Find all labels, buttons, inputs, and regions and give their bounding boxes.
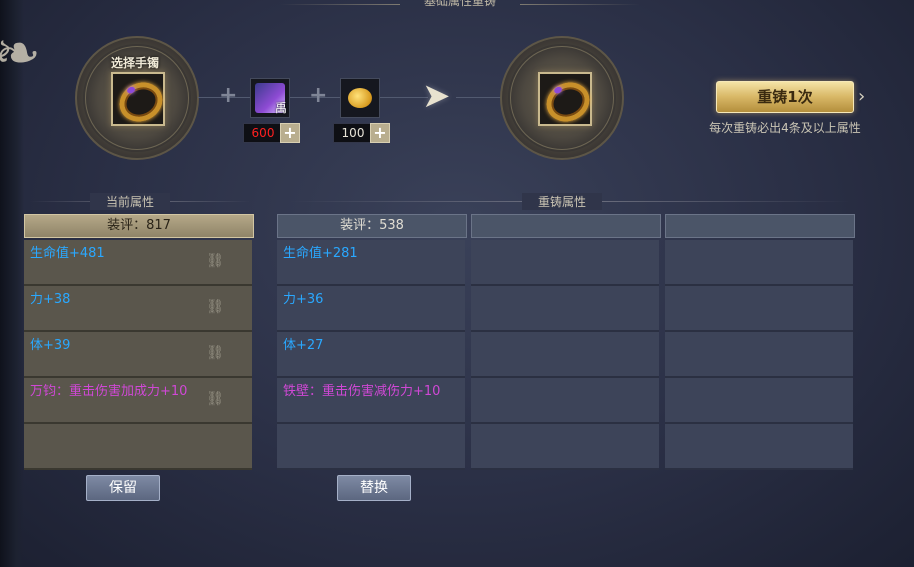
empty-attribute-cell xyxy=(471,424,659,470)
replace-button[interactable]: 替换 xyxy=(337,475,411,501)
attribute-text: 力+38 xyxy=(30,292,71,307)
empty-attribute-cell xyxy=(665,378,853,424)
reforge-button[interactable]: 重铸1次 xyxy=(716,81,854,113)
source-bracelet-slot[interactable] xyxy=(111,72,169,129)
reforged-attribute-row: 铁壁：重击伤害减伤力+10 xyxy=(277,378,465,424)
current-score: 装评：817 xyxy=(24,214,254,238)
reforge-hint: 每次重铸必出4条及以上属性 xyxy=(709,121,861,135)
attribute-text: 万钧：重击伤害加成力+10 xyxy=(30,384,188,399)
reforged-score-empty xyxy=(665,214,855,238)
decorative-calligraphy-icon: ❧ xyxy=(0,21,41,86)
empty-attribute-cell xyxy=(665,286,853,332)
current-attribute-row[interactable]: 万钧：重击伤害加成力+10 ⛓ xyxy=(24,378,252,424)
book-char: 禹 xyxy=(274,101,287,115)
coin-icon xyxy=(348,88,372,108)
book-count: 600 xyxy=(243,123,283,143)
bracelet-icon xyxy=(113,75,169,129)
current-attribute-row[interactable]: 体+39 ⛓ xyxy=(24,332,252,378)
current-attribute-row[interactable]: 力+38 ⛓ xyxy=(24,286,252,332)
reforged-attribute-row: 力+36 xyxy=(277,286,465,332)
attribute-text: 体+27 xyxy=(283,338,324,353)
connector-line xyxy=(456,97,504,98)
connector-line xyxy=(380,97,428,98)
left-decoration: ❧ xyxy=(0,0,41,567)
lock-chain-icon[interactable]: ⛓ xyxy=(206,254,224,269)
current-attributes-title: 当前属性 xyxy=(90,193,170,210)
current-attribute-row-empty xyxy=(24,424,252,470)
reforged-attribute-row: 生命值+281 xyxy=(277,240,465,286)
select-bracelet-label: 选择手镯 xyxy=(110,56,159,70)
result-bracelet-slot[interactable] xyxy=(538,72,596,129)
current-attribute-row[interactable]: 生命值+481 ⛓ xyxy=(24,240,252,286)
empty-attribute-cell xyxy=(665,424,853,470)
reforge-arrow-icon: ➤ xyxy=(422,76,451,116)
empty-attribute-cell xyxy=(665,332,853,378)
empty-attribute-cell xyxy=(665,240,853,286)
attribute-text: 体+39 xyxy=(30,338,71,353)
reforged-score: 装评：538 xyxy=(277,214,467,238)
keep-button[interactable]: 保留 xyxy=(86,475,160,501)
empty-attribute-cell xyxy=(471,240,659,286)
lock-chain-icon[interactable]: ⛓ xyxy=(206,346,224,361)
lock-chain-icon[interactable]: ⛓ xyxy=(206,300,224,315)
reforged-attributes-title: 重铸属性 xyxy=(522,193,602,210)
attribute-text: 生命值+281 xyxy=(283,246,358,261)
add-book-button[interactable]: + xyxy=(280,123,300,143)
reforged-attribute-row: 体+27 xyxy=(277,332,465,378)
lock-chain-icon[interactable]: ⛓ xyxy=(206,392,224,407)
add-coin-button[interactable]: + xyxy=(370,123,390,143)
attribute-text: 生命值+481 xyxy=(30,246,105,261)
chevron-right-icon[interactable]: › xyxy=(858,86,865,107)
coin-item[interactable] xyxy=(340,78,380,118)
reforged-score-empty xyxy=(471,214,661,238)
empty-attribute-cell xyxy=(471,332,659,378)
empty-attribute-cell xyxy=(471,378,659,424)
bracelet-icon xyxy=(540,75,596,129)
reforge-book-item[interactable]: 禹 xyxy=(250,78,290,118)
coin-count: 100 xyxy=(333,123,373,143)
plus-separator-icon: + xyxy=(219,83,238,108)
attribute-text: 力+36 xyxy=(283,292,324,307)
panel-title: 基础属性重铸 xyxy=(280,0,550,9)
attribute-text: 铁壁：重击伤害减伤力+10 xyxy=(283,384,441,399)
reforged-attribute-row-empty xyxy=(277,424,465,470)
empty-attribute-cell xyxy=(471,286,659,332)
plus-separator-icon: + xyxy=(309,83,328,108)
